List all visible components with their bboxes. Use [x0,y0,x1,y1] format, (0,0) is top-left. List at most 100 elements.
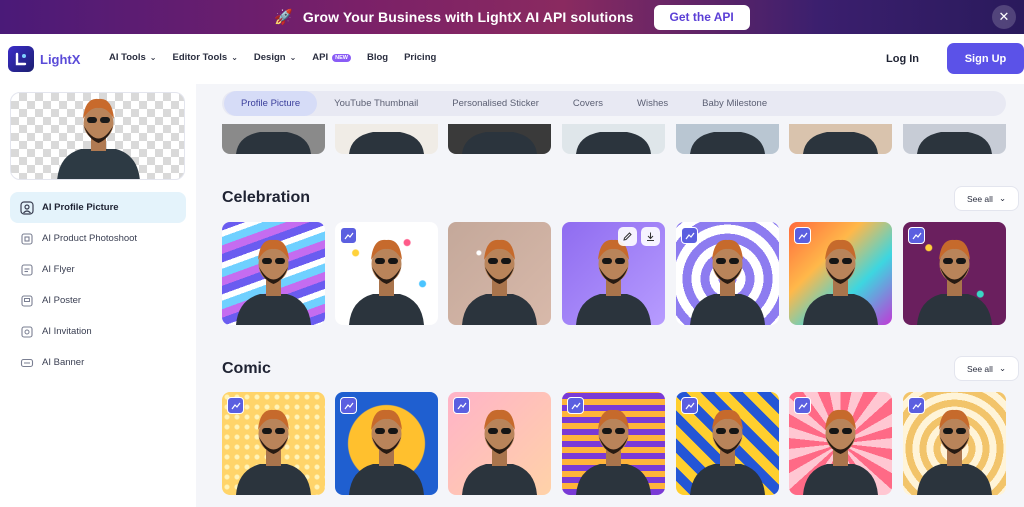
sidebar-item-label: AI Flyer [42,264,75,275]
celebration-template-card[interactable] [903,222,1006,325]
sidebar-item-label: AI Product Photoshoot [42,233,138,244]
brand-name: LightX [40,51,81,67]
profile-template-card[interactable] [789,124,892,154]
profile-template-card[interactable] [562,124,665,154]
comic-template-card[interactable] [448,392,551,495]
profile-template-card[interactable] [335,124,438,154]
lightx-logo-icon [8,46,34,72]
menu-label: Pricing [404,52,437,63]
chevron-down-icon: ⌄ [231,53,238,62]
sidebar: AI Profile Picture AI Product Photoshoot… [0,84,196,507]
section-title-comic: Comic [222,360,271,377]
download-icon[interactable] [641,227,660,246]
preview-image [10,92,185,180]
see-all-celebration-button[interactable]: See all ⌄ [954,186,1019,211]
section-title-celebration: Celebration [222,189,311,206]
sidebar-item-ai-product-photoshoot[interactable]: AI Product Photoshoot [10,223,186,254]
chevron-down-icon: ⌄ [998,193,1007,203]
promo-banner: 🚀 Grow Your Business with LightX AI API … [0,0,1024,34]
ai-edit-badge-icon [340,397,357,414]
ai-edit-badge-icon [908,227,925,244]
celebration-template-card[interactable] [335,222,438,325]
ai-edit-badge-icon [567,397,584,414]
banner-icon [20,356,34,370]
comic-template-card[interactable] [222,392,325,495]
ai-edit-badge-icon [681,397,698,414]
see-all-label: See all [966,363,993,374]
tab-youtube-thumbnail[interactable]: YouTube Thumbnail [317,91,435,116]
see-all-comic-button[interactable]: See all ⌄ [954,356,1019,381]
menu-label: AI Tools [109,52,146,63]
product-photoshoot-icon [20,232,34,246]
chevron-down-icon: ⌄ [149,53,157,62]
menu-design[interactable]: Design ⌄ [254,52,296,63]
celebration-template-card[interactable] [448,222,551,325]
menu-label: Editor Tools [172,52,228,63]
profile-picture-icon [20,200,34,215]
celebration-template-card[interactable] [222,222,325,325]
sidebar-item-ai-flyer[interactable]: AI Flyer [10,254,186,285]
celebration-template-card[interactable] [676,222,779,325]
close-icon[interactable]: ✕ [992,5,1016,29]
invitation-icon [20,325,34,339]
top-nav: LightX AI Tools ⌄ Editor Tools ⌄ Design ⌄ A… [0,34,1024,84]
menu-editor-tools[interactable]: Editor Tools ⌄ [172,52,237,63]
tab-wishes[interactable]: Wishes [620,91,685,116]
rocket-icon: 🚀 [274,9,293,26]
tab-covers[interactable]: Covers [556,91,620,116]
comic-template-card[interactable] [335,392,438,495]
ai-edit-badge-icon [794,397,811,414]
menu-ai-tools[interactable]: AI Tools ⌄ [109,52,156,63]
menu-api[interactable]: API NEW [312,52,351,63]
profile-template-card[interactable] [448,124,551,154]
celebration-template-card[interactable] [789,222,892,325]
sidebar-item-label: AI Profile Picture [42,202,119,213]
signup-button[interactable]: Sign Up [947,43,1024,74]
tab-personalised-sticker[interactable]: Personalised Sticker [435,91,556,116]
sidebar-item-label: AI Poster [42,295,82,306]
ai-edit-badge-icon [453,397,470,414]
menu-label: Design [253,52,286,63]
comic-template-card[interactable] [562,392,665,495]
menu-label: API [312,52,329,63]
promo-text: Grow Your Business with LightX AI API so… [302,9,634,25]
comic-template-card[interactable] [676,392,779,495]
edit-icon[interactable] [618,227,637,246]
ai-edit-badge-icon [681,227,698,244]
ai-edit-badge-icon [794,227,811,244]
flyer-icon [20,263,34,277]
sidebar-item-label: AI Banner [42,357,85,368]
menu-label: Blog [366,52,389,63]
profile-template-card[interactable] [222,124,325,154]
main-menu: AI Tools ⌄ Editor Tools ⌄ Design ⌄ API NEW B… [109,52,436,63]
menu-blog[interactable]: Blog [367,52,388,63]
sidebar-item-ai-banner[interactable]: AI Banner [10,347,186,378]
see-all-label: See all [966,193,993,204]
profile-template-card[interactable] [676,124,779,154]
card-actions [618,227,660,246]
sidebar-item-ai-profile-picture[interactable]: AI Profile Picture [10,192,186,223]
category-tabs: Profile Picture YouTube Thumbnail Person… [222,91,1006,116]
profile-template-card[interactable] [903,124,1006,154]
celebration-template-card[interactable] [562,222,665,325]
poster-icon [20,294,34,308]
ai-edit-badge-icon [340,227,357,244]
main-content: Profile Picture YouTube Thumbnail Person… [196,84,1024,507]
comic-template-card[interactable] [903,392,1006,495]
menu-pricing[interactable]: Pricing [404,52,436,63]
sidebar-menu: AI Profile Picture AI Product Photoshoot… [10,192,186,378]
tab-profile-picture[interactable]: Profile Picture [224,91,318,116]
login-link[interactable]: Log In [886,53,919,65]
chevron-down-icon: ⌄ [998,363,1007,373]
new-badge: NEW [332,53,351,62]
get-api-button[interactable]: Get the API [653,4,750,30]
ai-edit-badge-icon [908,397,925,414]
comic-template-card[interactable] [789,392,892,495]
logo[interactable]: LightX [8,46,80,72]
tab-baby-milestone[interactable]: Baby Milestone [685,91,784,116]
sidebar-item-ai-invitation[interactable]: AI Invitation [10,316,186,347]
chevron-down-icon: ⌄ [289,53,297,62]
ai-edit-badge-icon [227,397,244,414]
sidebar-item-ai-poster[interactable]: AI Poster [10,285,186,316]
sidebar-item-label: AI Invitation [42,326,92,337]
